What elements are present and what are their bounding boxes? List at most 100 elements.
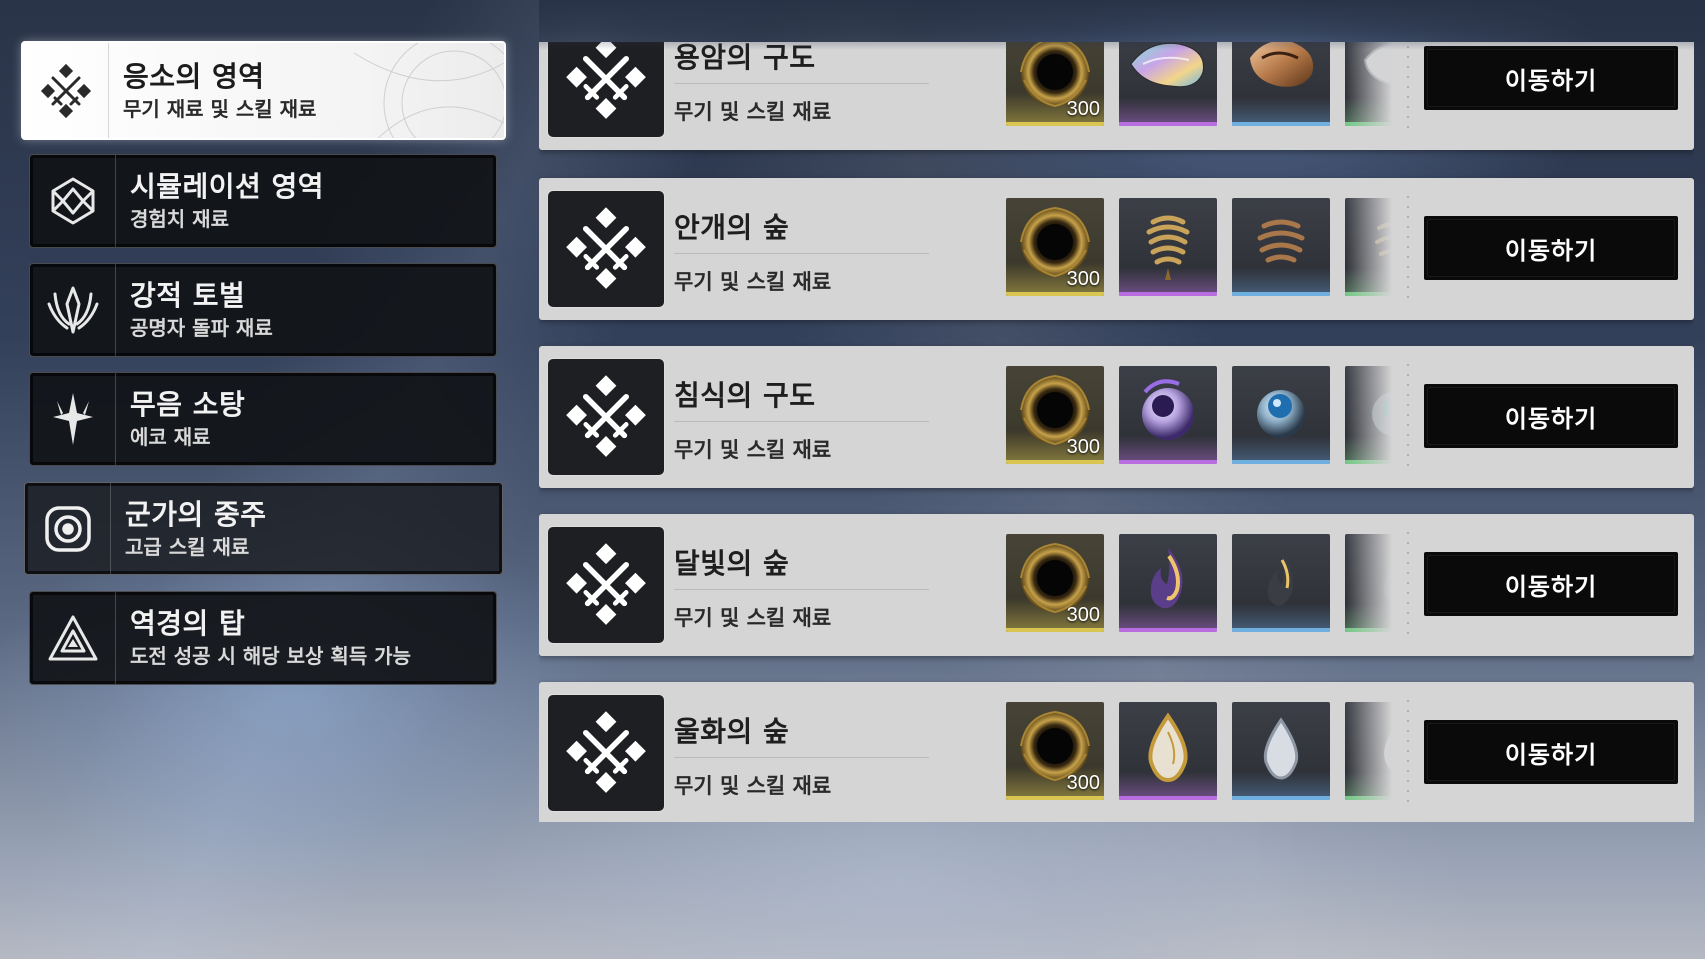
silver-drop-icon[interactable] xyxy=(1232,702,1330,800)
rarity-bar xyxy=(1006,796,1104,800)
domain-row: 달빛의 숲 무기 및 스킬 재료 300 이동하기 xyxy=(539,514,1694,656)
rarity-bar xyxy=(1119,292,1217,296)
reward-list: 300 xyxy=(1006,534,1392,635)
domain-row: 안개의 숲 무기 및 스킬 재료 300 이동하기 xyxy=(539,178,1694,320)
category-sidebar: 응소의 영역 무기 재료 및 스킬 재료 시뮬레이션 영역 경험치 재료 강적 … xyxy=(0,0,520,959)
flame-crest-icon xyxy=(30,264,116,356)
domain-subtitle: 무기 및 스킬 재료 xyxy=(674,774,832,798)
iridescent-shell-icon[interactable] xyxy=(1119,42,1217,126)
spiral-gold-icon[interactable] xyxy=(1119,198,1217,296)
sidebar-item-title: 강적 토벌 xyxy=(130,279,246,312)
rarity-bar xyxy=(1006,460,1104,464)
domain-name: 안개의 숲 xyxy=(674,211,790,244)
swords-diamond-icon xyxy=(23,43,109,138)
sidebar-item-chorus[interactable]: 군가의 중주 고급 스킬 재료 xyxy=(24,482,503,575)
shell-credit-icon[interactable]: 300 xyxy=(1006,702,1104,800)
teal-orb-icon[interactable] xyxy=(1345,366,1392,464)
silver-shell-icon[interactable] xyxy=(1345,42,1392,126)
domain-row: 용암의 구도 무기 및 스킬 재료 300 이동하기 xyxy=(539,42,1694,150)
divider xyxy=(674,589,929,590)
violet-flame-icon[interactable] xyxy=(1119,534,1217,632)
domain-subtitle: 무기 및 스킬 재료 xyxy=(674,100,832,124)
dark-flame-icon[interactable] xyxy=(1232,534,1330,632)
rarity-bar xyxy=(1345,122,1392,126)
rarity-bar xyxy=(1232,460,1330,464)
spiral-grey-icon[interactable] xyxy=(1345,198,1392,296)
rarity-bar xyxy=(1345,628,1392,632)
domain-name: 울화의 숲 xyxy=(674,715,790,748)
shell-credit-icon[interactable]: 300 xyxy=(1006,534,1104,632)
separator xyxy=(1407,364,1409,470)
shell-credit-icon[interactable]: 300 xyxy=(1006,366,1104,464)
rarity-bar xyxy=(1232,292,1330,296)
reward-quantity: 300 xyxy=(1066,604,1100,626)
rarity-bar xyxy=(1232,796,1330,800)
separator xyxy=(1407,532,1409,638)
rarity-bar xyxy=(1345,796,1392,800)
swords-diamond-icon xyxy=(548,527,664,643)
domain-name: 침식의 구도 xyxy=(674,379,816,412)
shell-credit-icon[interactable]: 300 xyxy=(1006,198,1104,296)
rarity-bar xyxy=(1119,460,1217,464)
grey-flame-icon[interactable] xyxy=(1345,534,1392,632)
go-button[interactable]: 이동하기 xyxy=(1424,216,1678,280)
spiral-bronze-icon[interactable] xyxy=(1232,198,1330,296)
sidebar-item-subtitle: 공명자 돌파 재료 xyxy=(130,316,273,340)
sidebar-item-title: 역경의 탑 xyxy=(130,607,246,640)
domain-name: 용암의 구도 xyxy=(674,42,816,74)
violet-orb-icon[interactable] xyxy=(1119,366,1217,464)
divider xyxy=(674,253,929,254)
decorative-rings xyxy=(314,43,504,138)
rarity-bar xyxy=(1119,628,1217,632)
blue-orb-icon[interactable] xyxy=(1232,366,1330,464)
divider xyxy=(674,757,929,758)
sidebar-item-subtitle: 경험치 재료 xyxy=(130,207,229,231)
reward-quantity: 300 xyxy=(1066,268,1100,290)
reward-list: 300 xyxy=(1006,366,1392,467)
domain-list[interactable]: 용암의 구도 무기 및 스킬 재료 300 이동하기 안개의 숲 무기 및 스킬… xyxy=(539,42,1694,822)
go-button[interactable]: 이동하기 xyxy=(1424,552,1678,616)
rarity-bar xyxy=(1006,292,1104,296)
triangle-tower-icon xyxy=(30,592,116,684)
copper-shell-icon[interactable] xyxy=(1232,42,1330,126)
sidebar-item-echo[interactable]: 무음 소탕 에코 재료 xyxy=(29,372,497,466)
pale-drop-icon[interactable] xyxy=(1345,702,1392,800)
domain-subtitle: 무기 및 스킬 재료 xyxy=(674,606,832,630)
swords-diamond-icon xyxy=(548,191,664,307)
rarity-bar xyxy=(1232,628,1330,632)
separator xyxy=(1407,700,1409,806)
sidebar-item-subtitle: 고급 스킬 재료 xyxy=(125,534,250,559)
sidebar-item-subtitle: 에코 재료 xyxy=(130,425,211,449)
rarity-bar xyxy=(1006,122,1104,126)
go-button[interactable]: 이동하기 xyxy=(1424,720,1678,784)
sidebar-item-forgery[interactable]: 응소의 영역 무기 재료 및 스킬 재료 xyxy=(21,41,506,140)
sidebar-item-tower[interactable]: 역경의 탑 도전 성공 시 해당 보상 획득 가능 xyxy=(29,591,497,685)
rarity-bar xyxy=(1119,122,1217,126)
sidebar-item-subtitle: 도전 성공 시 해당 보상 획득 가능 xyxy=(130,644,411,668)
domain-subtitle: 무기 및 스킬 재료 xyxy=(674,270,832,294)
swords-diamond-icon xyxy=(548,695,664,811)
domain-name: 달빛의 숲 xyxy=(674,547,790,580)
rarity-bar xyxy=(1345,460,1392,464)
shell-credit-icon[interactable]: 300 xyxy=(1006,42,1104,126)
separator xyxy=(1407,42,1409,132)
sidebar-item-simulation[interactable]: 시뮬레이션 영역 경험치 재료 xyxy=(29,154,497,248)
reward-list: 300 xyxy=(1006,198,1392,299)
gold-drop-icon[interactable] xyxy=(1119,702,1217,800)
reward-quantity: 300 xyxy=(1066,436,1100,458)
rarity-bar xyxy=(1345,292,1392,296)
divider xyxy=(674,421,929,422)
divider xyxy=(674,83,929,84)
sidebar-item-title: 군가의 중주 xyxy=(125,497,267,531)
go-button[interactable]: 이동하기 xyxy=(1424,384,1678,448)
reward-list: 300 xyxy=(1006,702,1392,803)
domain-row: 울화의 숲 무기 및 스킬 재료 300 이동하기 xyxy=(539,682,1694,822)
sidebar-item-title: 시뮬레이션 영역 xyxy=(130,170,325,203)
go-button[interactable]: 이동하기 xyxy=(1424,46,1678,110)
rarity-bar xyxy=(1006,628,1104,632)
sidebar-item-subtitle: 무기 재료 및 스킬 재료 xyxy=(123,96,317,121)
sidebar-item-boss[interactable]: 강적 토벌 공명자 돌파 재료 xyxy=(29,263,497,357)
domain-subtitle: 무기 및 스킬 재료 xyxy=(674,438,832,462)
domain-row: 침식의 구도 무기 및 스킬 재료 300 이동하기 xyxy=(539,346,1694,488)
rarity-bar xyxy=(1119,796,1217,800)
